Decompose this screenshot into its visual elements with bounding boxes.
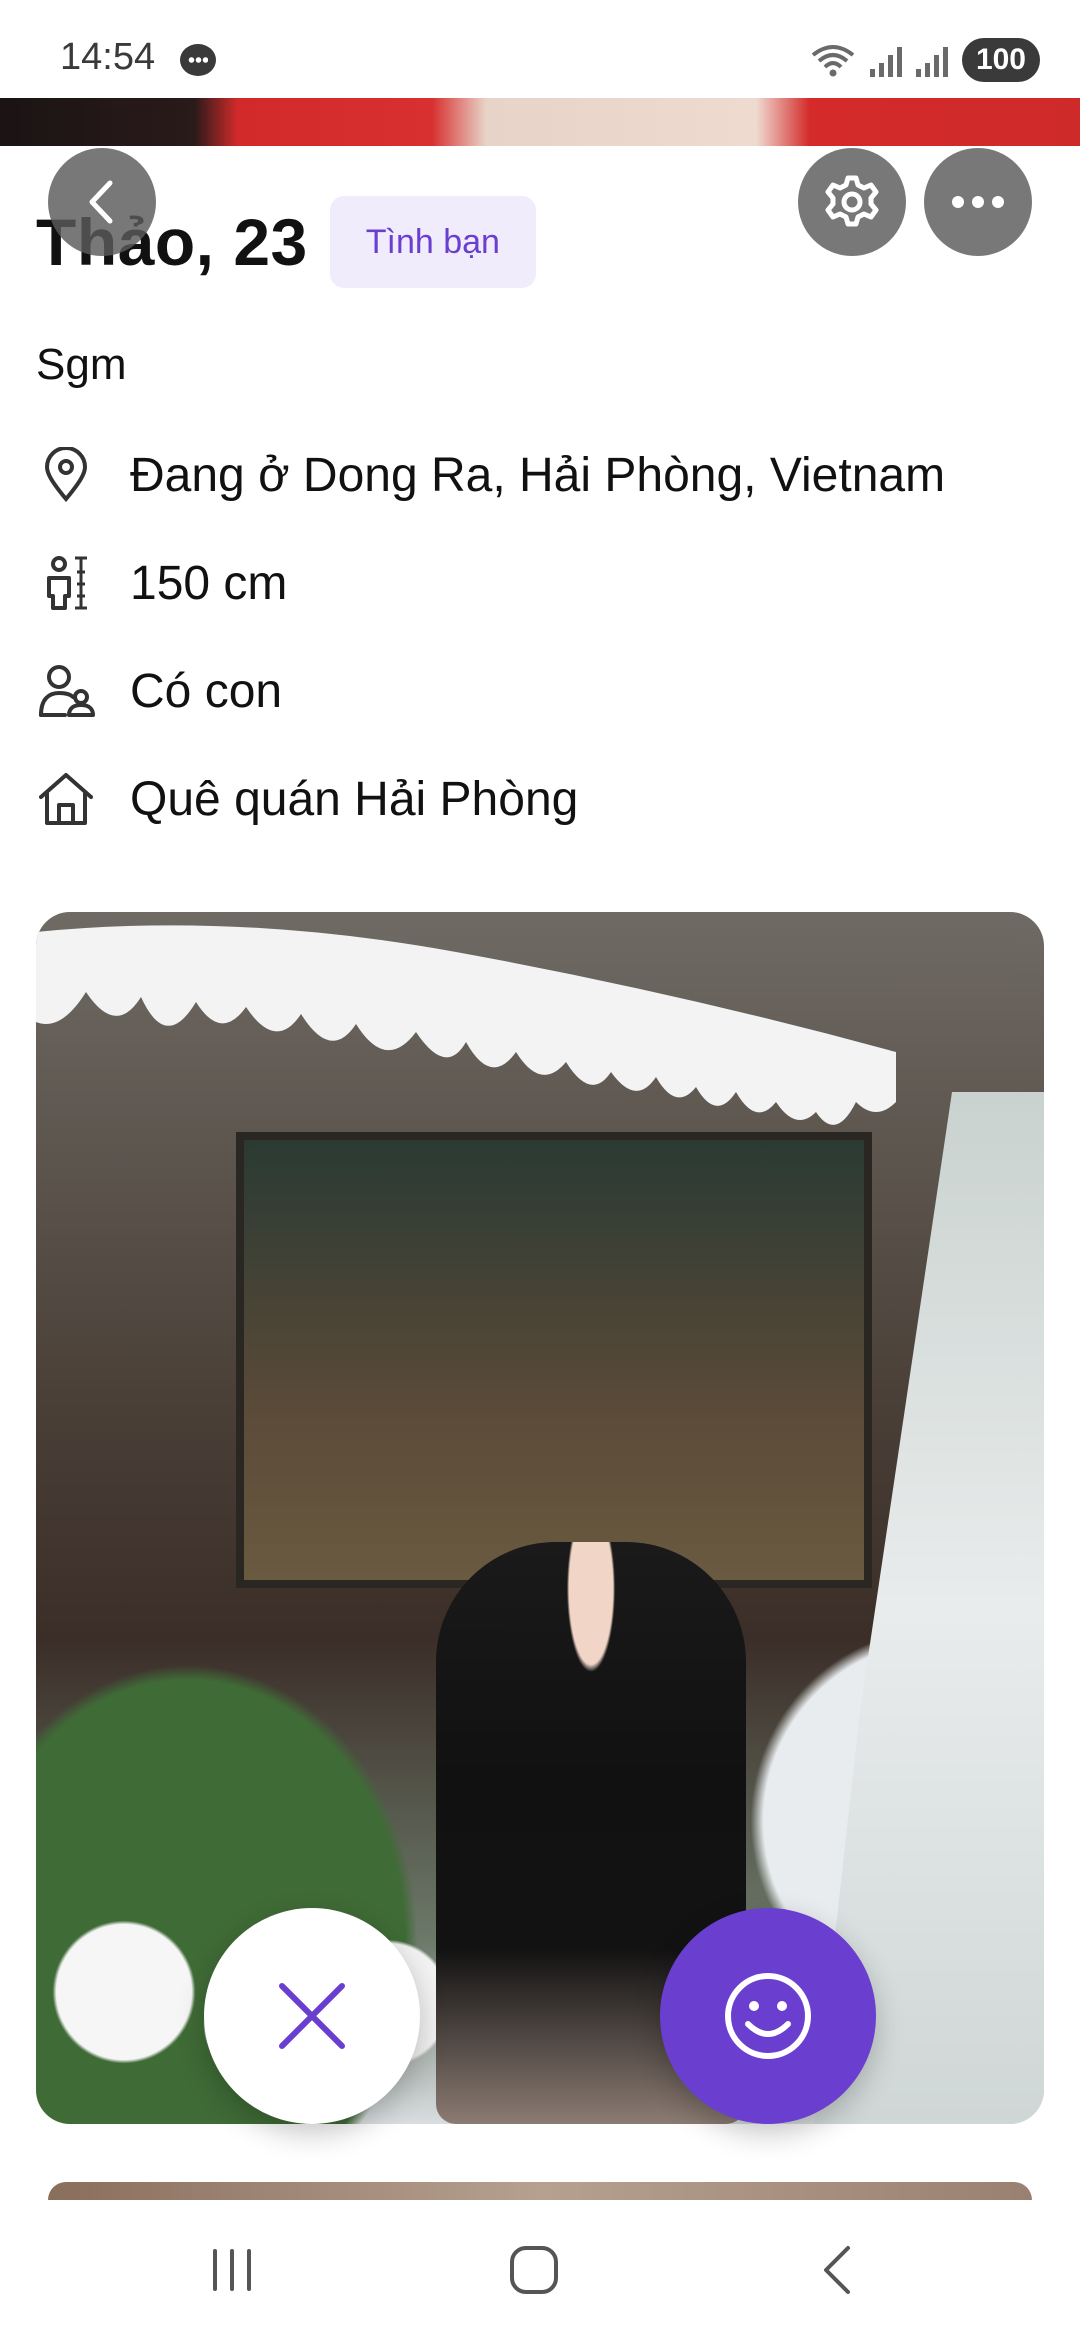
settings-button[interactable] <box>798 148 906 256</box>
signal-icon <box>869 43 902 77</box>
detail-height-text: 150 cm <box>130 556 288 610</box>
relationship-goal-tag: Tình bạn <box>329 196 536 288</box>
back-button[interactable] <box>48 148 156 256</box>
detail-children-text: Có con <box>130 664 283 718</box>
profile-photo[interactable] <box>36 912 1044 2124</box>
photo-snow-awning <box>36 925 896 1125</box>
recents-icon <box>213 2249 251 2291</box>
detail-children: Có con <box>36 661 282 721</box>
status-bar: 14:54 100 <box>0 0 1080 98</box>
chevron-left-icon <box>89 180 113 224</box>
dislike-button[interactable] <box>204 1908 420 2124</box>
detail-location: Đang ở Dong Ra, Hải Phòng, Vietnam <box>36 445 945 505</box>
home-icon <box>36 769 96 829</box>
detail-location-text: Đang ở Dong Ra, Hải Phòng, Vietnam <box>130 448 946 502</box>
like-button[interactable] <box>660 1908 876 2124</box>
height-icon <box>36 553 96 613</box>
profile-bio: Sgm <box>36 340 127 389</box>
profile-photo-top-edge <box>0 98 1080 146</box>
detail-hometown-text: Quê quán Hải Phòng <box>130 772 579 826</box>
wifi-icon <box>810 43 856 77</box>
more-options-button[interactable] <box>924 148 1032 256</box>
battery-indicator: 100 <box>961 38 1040 82</box>
location-pin-icon <box>36 445 96 505</box>
back-nav-button[interactable] <box>798 2230 878 2310</box>
home-nav-icon <box>510 2246 558 2294</box>
home-button[interactable] <box>494 2230 574 2310</box>
next-photo-peek <box>48 2182 1032 2200</box>
ellipsis-icon <box>952 196 1004 208</box>
status-indicators: 100 <box>810 36 1040 84</box>
system-navigation-bar <box>0 2200 1080 2340</box>
back-nav-icon <box>824 2246 850 2294</box>
gear-icon <box>825 175 879 227</box>
photo-shop-window <box>236 1132 872 1588</box>
close-icon <box>279 1983 345 2049</box>
recent-apps-button[interactable] <box>192 2230 272 2310</box>
status-time: 14:54 <box>60 36 156 78</box>
detail-hometown: Quê quán Hải Phòng <box>36 769 578 829</box>
children-icon <box>36 661 96 721</box>
signal-icon <box>915 43 948 77</box>
chat-notification-icon <box>180 44 216 76</box>
smiley-icon <box>725 1973 811 2059</box>
detail-height: 150 cm <box>36 553 287 613</box>
